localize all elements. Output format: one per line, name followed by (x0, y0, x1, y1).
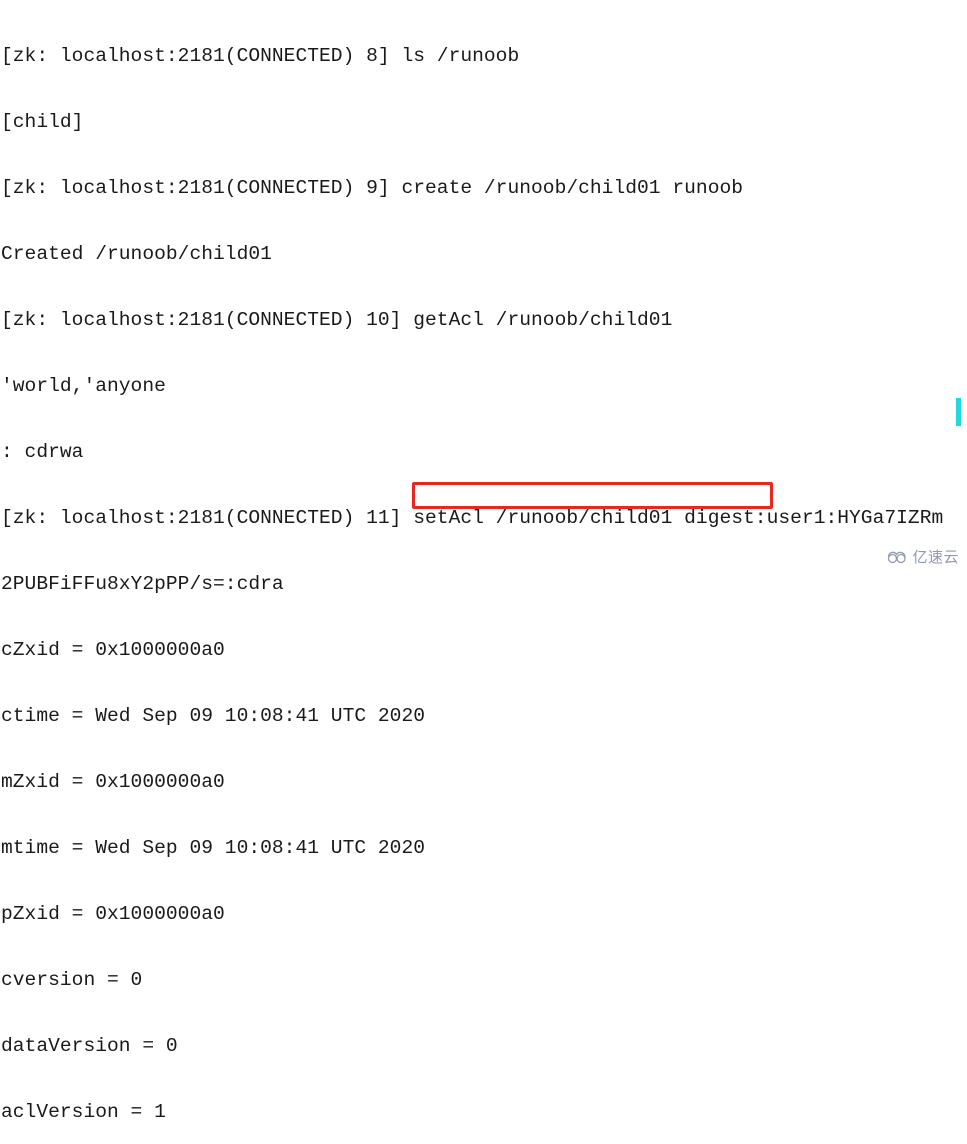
cloud-logo-icon (888, 551, 907, 564)
terminal-line: dataVersion = 0 (1, 1035, 178, 1057)
terminal-line: pZxid = 0x1000000a0 (1, 903, 225, 925)
watermark-label: 亿速云 (912, 548, 959, 566)
terminal-line: [zk: localhost:2181(CONNECTED) 11] setAc… (1, 507, 944, 529)
terminal-line: Created /runoob/child01 (1, 243, 272, 265)
terminal-line: [zk: localhost:2181(CONNECTED) 10] getAc… (1, 309, 673, 331)
terminal-line: [zk: localhost:2181(CONNECTED) 8] ls /ru… (1, 45, 520, 67)
terminal-output[interactable]: [zk: localhost:2181(CONNECTED) 8] ls /ru… (0, 0, 967, 1123)
terminal-line: [zk: localhost:2181(CONNECTED) 9] create… (1, 177, 744, 199)
terminal-line: cversion = 0 (1, 969, 143, 991)
terminal-line: ctime = Wed Sep 09 10:08:41 UTC 2020 (1, 705, 426, 727)
terminal-line: 2PUBFiFFu8xY2pPP/s=:cdra (1, 573, 284, 595)
terminal-line: 'world,'anyone (1, 375, 166, 397)
terminal-line: aclVersion = 1 (1, 1101, 166, 1123)
terminal-line: mZxid = 0x1000000a0 (1, 771, 225, 793)
terminal-line: : cdrwa (1, 441, 84, 463)
text-caret (956, 398, 961, 426)
watermark: 亿速云 (886, 550, 959, 565)
terminal-line: cZxid = 0x1000000a0 (1, 639, 225, 661)
terminal-line: mtime = Wed Sep 09 10:08:41 UTC 2020 (1, 837, 426, 859)
terminal-line: [child] (1, 111, 84, 133)
